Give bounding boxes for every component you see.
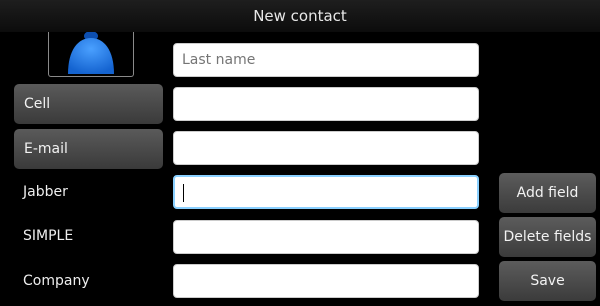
email-type-button[interactable]: E-mail [14, 129, 163, 169]
contact-avatar-icon [68, 32, 114, 74]
contact-photo[interactable] [48, 32, 134, 77]
delete-fields-button[interactable]: Delete fields [499, 217, 596, 257]
cell-field[interactable] [173, 87, 479, 121]
cell-type-button[interactable]: Cell [14, 84, 163, 124]
save-button[interactable]: Save [499, 261, 596, 301]
cell-label: Cell [24, 96, 51, 112]
text-cursor [183, 184, 184, 202]
jabber-field[interactable] [173, 175, 479, 209]
add-field-button[interactable]: Add field [499, 173, 596, 213]
jabber-label: Jabber [23, 184, 68, 200]
company-label: Company [23, 273, 90, 289]
simple-label: SIMPLE [23, 228, 74, 244]
email-field[interactable] [173, 131, 479, 165]
company-field[interactable] [173, 264, 479, 298]
simple-field[interactable] [173, 220, 479, 254]
last-name-field[interactable] [173, 43, 479, 77]
email-label: E-mail [24, 141, 68, 157]
window-title: New contact [0, 0, 600, 32]
